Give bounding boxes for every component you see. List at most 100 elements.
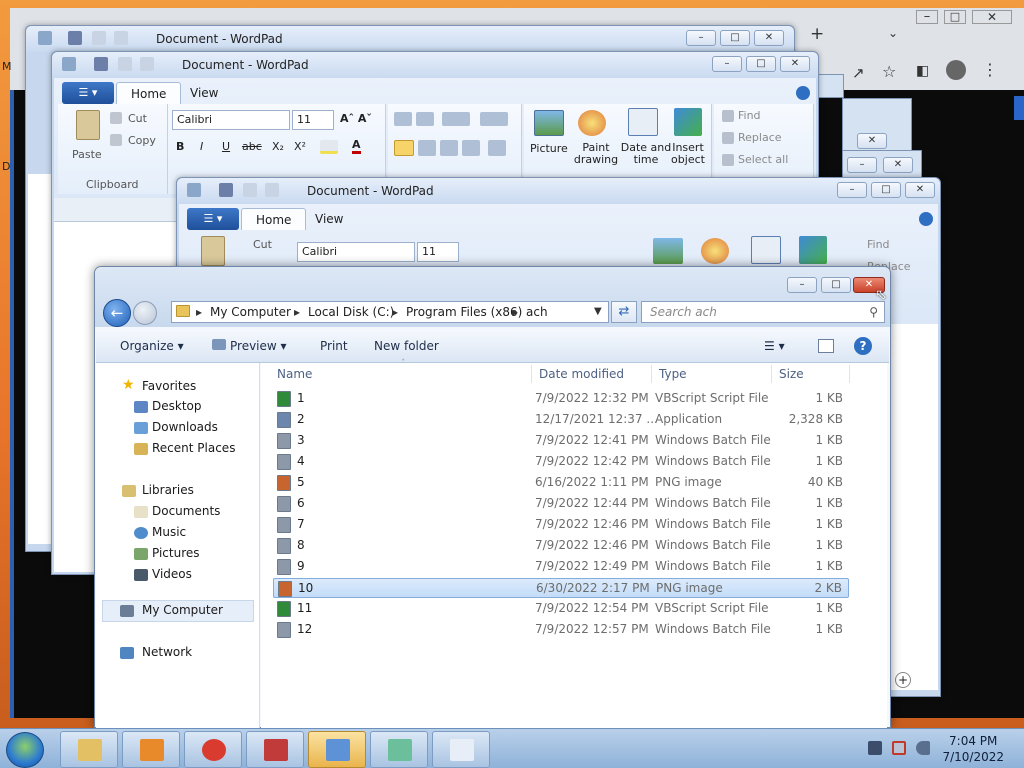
column-divider[interactable] xyxy=(531,365,532,383)
redo-icon[interactable] xyxy=(140,57,154,71)
taskbar-button[interactable] xyxy=(246,731,304,768)
taskbar-button[interactable] xyxy=(308,731,366,768)
help-icon[interactable] xyxy=(796,86,810,100)
date-time-label[interactable]: Date and time xyxy=(620,142,672,166)
table-row[interactable]: 2 12/17/2021 12:37 ... Application 2,328 KB xyxy=(273,410,849,430)
paragraph-icon[interactable] xyxy=(488,140,506,156)
nav-downloads[interactable]: Downloads xyxy=(152,420,218,434)
app-menu-button[interactable]: ☰ ▾ xyxy=(187,208,239,230)
select-all-label[interactable]: Select all xyxy=(738,153,788,166)
search-icon[interactable]: ⚲ xyxy=(869,302,878,322)
nav-my-computer[interactable]: My Computer xyxy=(142,603,223,617)
calendar-clock-icon[interactable] xyxy=(751,236,781,264)
replace-label[interactable]: Replace xyxy=(738,131,782,144)
breadcrumb-program-files[interactable]: Program Files (x86) xyxy=(406,302,522,322)
bullets-icon[interactable] xyxy=(442,112,470,126)
taskbar-button[interactable] xyxy=(370,731,428,768)
breadcrumb-ach[interactable]: ach xyxy=(526,302,548,322)
column-divider[interactable] xyxy=(771,365,772,383)
nav-pictures[interactable]: Pictures xyxy=(152,546,200,560)
minimize-button[interactable]: – xyxy=(787,277,817,293)
refresh-icon[interactable]: ⇄ xyxy=(611,301,637,323)
maximize-button[interactable]: □ xyxy=(720,30,750,46)
text-color-icon[interactable]: A xyxy=(352,138,361,154)
maximize-button[interactable]: □ xyxy=(746,56,776,72)
nav-recent-places[interactable]: Recent Places xyxy=(152,441,235,455)
table-row[interactable]: 5 6/16/2022 1:11 PM PNG image 40 KB xyxy=(273,473,849,493)
paste-icon[interactable] xyxy=(201,236,225,266)
nav-documents[interactable]: Documents xyxy=(152,504,220,518)
column-divider[interactable] xyxy=(849,365,850,383)
close-button[interactable]: ✕ xyxy=(905,182,935,198)
justify-icon[interactable] xyxy=(462,140,480,156)
insert-object-label[interactable]: Insert object xyxy=(668,142,708,166)
paste-label[interactable]: Paste xyxy=(72,148,102,161)
new-tab-button[interactable]: + xyxy=(810,24,824,44)
find-label[interactable]: Find xyxy=(738,109,761,122)
save-icon[interactable] xyxy=(68,31,82,45)
minimize-button[interactable]: – xyxy=(837,182,867,198)
paste-icon[interactable] xyxy=(76,110,100,140)
back-button[interactable]: ← xyxy=(103,299,131,327)
view-options-icon[interactable]: ☰ ▾ xyxy=(764,339,785,353)
tab-home[interactable]: Home xyxy=(241,208,307,230)
maximize-button[interactable]: □ xyxy=(821,277,851,293)
address-dropdown-icon[interactable]: ▼ xyxy=(594,302,602,322)
table-row[interactable]: 10 6/30/2022 2:17 PM PNG image 2 KB xyxy=(273,578,849,598)
table-row[interactable]: 11 7/9/2022 12:54 PM VBScript Script File 1… xyxy=(273,599,849,619)
align-right-icon[interactable] xyxy=(440,140,458,156)
align-left-icon[interactable] xyxy=(394,140,414,156)
column-header-size[interactable]: Size xyxy=(779,367,804,381)
breadcrumb-my-computer[interactable]: My Computer xyxy=(210,302,291,322)
browser-menu-icon[interactable]: ⋮ xyxy=(982,60,998,79)
search-input[interactable]: Search ach ⚲ xyxy=(641,301,885,323)
column-header-date[interactable]: Date modified xyxy=(539,367,624,381)
tab-search-chevron-icon[interactable]: ⌄ xyxy=(888,26,898,40)
help-icon[interactable]: ? xyxy=(854,337,872,355)
table-row[interactable]: 8 7/9/2022 12:46 PM Windows Batch File 1 KB xyxy=(273,536,849,556)
close-icon[interactable]: ✕ xyxy=(857,133,887,149)
nav-network[interactable]: Network xyxy=(142,645,192,659)
nav-music[interactable]: Music xyxy=(152,525,186,539)
subscript-icon[interactable]: X₂ xyxy=(272,140,284,153)
paint-drawing-icon[interactable] xyxy=(578,110,606,136)
decrease-indent-icon[interactable] xyxy=(394,112,412,126)
close-button[interactable]: ✕ xyxy=(780,56,810,72)
close-icon[interactable]: ✕ xyxy=(883,157,913,173)
save-icon[interactable] xyxy=(219,183,233,197)
nav-libraries[interactable]: Libraries xyxy=(142,483,194,497)
volume-icon[interactable] xyxy=(916,741,930,755)
align-center-icon[interactable] xyxy=(418,140,436,156)
column-header-type[interactable]: Type xyxy=(659,367,687,381)
undo-icon[interactable] xyxy=(92,31,106,45)
column-header-name[interactable]: Name xyxy=(277,367,312,381)
clock[interactable]: 7:04 PM 7/10/2022 xyxy=(942,733,1004,765)
organize-button[interactable]: Organize ▾ xyxy=(120,339,184,353)
line-spacing-icon[interactable] xyxy=(480,112,508,126)
picture-icon[interactable] xyxy=(653,238,683,264)
start-button[interactable] xyxy=(6,732,44,768)
redo-icon[interactable] xyxy=(265,183,279,197)
save-icon[interactable] xyxy=(94,57,108,71)
font-family-select[interactable]: Calibri xyxy=(297,242,415,262)
picture-label[interactable]: Picture xyxy=(530,142,568,155)
paint-drawing-label[interactable]: Paint drawing xyxy=(572,142,620,166)
taskbar-button[interactable] xyxy=(184,731,242,768)
taskbar-button[interactable] xyxy=(122,731,180,768)
redo-icon[interactable] xyxy=(114,31,128,45)
print-button[interactable]: Print xyxy=(320,339,348,353)
breadcrumb-local-disk[interactable]: Local Disk (C:) xyxy=(308,302,394,322)
preview-pane-icon[interactable] xyxy=(818,339,834,353)
zoom-in-icon[interactable]: + xyxy=(895,672,911,688)
table-row[interactable]: 12 7/9/2022 12:57 PM Windows Batch File 1 K… xyxy=(273,620,849,640)
table-row[interactable]: 7 7/9/2022 12:46 PM Windows Batch File 1 KB xyxy=(273,515,849,535)
column-divider[interactable] xyxy=(651,365,652,383)
app-menu-button[interactable]: ☰ ▾ xyxy=(62,82,114,104)
browser-close-button[interactable]: ✕ xyxy=(972,10,1012,24)
minimize-button[interactable]: – xyxy=(686,30,716,46)
table-row[interactable]: 3 7/9/2022 12:41 PM Windows Batch File 1 KB xyxy=(273,431,849,451)
strikethrough-icon[interactable]: abc xyxy=(242,140,262,153)
preview-button[interactable]: Preview ▾ xyxy=(212,339,287,353)
tab-home[interactable]: Home xyxy=(116,82,182,104)
bold-icon[interactable]: B xyxy=(176,140,184,153)
